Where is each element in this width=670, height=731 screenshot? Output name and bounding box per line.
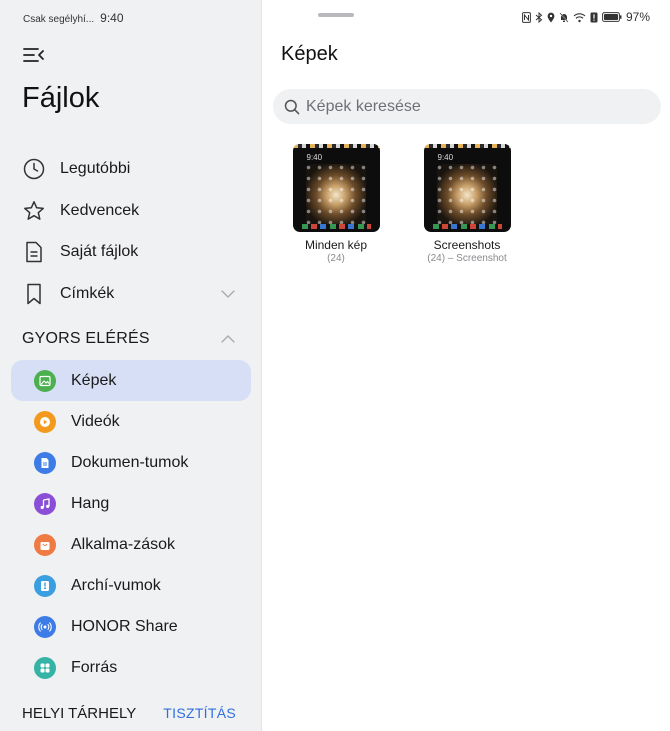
clean-button[interactable]: TISZTÍTÁS: [163, 705, 236, 721]
thumbnail-app-grid: [302, 162, 370, 224]
location-icon: [547, 12, 555, 22]
archive-icon: [34, 574, 56, 597]
nfc-icon: [522, 11, 531, 23]
thumbnail-dock: [432, 224, 502, 229]
play-icon: [34, 410, 56, 433]
nav-item-label: Saját fájlok: [60, 243, 139, 260]
status-bar-left: Csak segélyhí... 9:40: [23, 11, 124, 25]
clock-icon: [22, 157, 46, 181]
album-thumbnail[interactable]: 9:40: [423, 144, 511, 232]
quick-item-label: Képek: [71, 371, 117, 389]
thumbnail-status-strip: [423, 144, 511, 148]
doc-icon: [34, 451, 56, 474]
quick-item-label: Forrás: [71, 658, 118, 676]
search-bar[interactable]: [273, 89, 661, 124]
wifi-icon: [573, 12, 586, 22]
share-icon: [34, 615, 56, 638]
album-screenshots[interactable]: 9:40 Screenshots (24) – Screenshot: [412, 144, 522, 264]
quick-item-honor-share[interactable]: HONOR Share: [11, 606, 251, 647]
document-icon: [22, 240, 46, 264]
nav-item-label: Legutóbbi: [60, 160, 131, 177]
album-count: (24): [327, 253, 345, 264]
sidebar: Csak segélyhí... 9:40 Fájlok Legutóbbi K…: [0, 0, 262, 731]
quick-item-label: Hang: [71, 494, 110, 512]
page-title: Képek: [281, 43, 338, 65]
grid-icon: [34, 656, 56, 679]
chevron-up-icon[interactable]: [219, 330, 237, 348]
nav-item-label: Címkék: [60, 285, 115, 302]
nav-item-label: Kedvencek: [60, 202, 140, 219]
search-icon: [284, 99, 300, 114]
status-time: 9:40: [100, 11, 124, 25]
battery-percent: 97%: [625, 10, 650, 24]
thumbnail-dock: [301, 224, 371, 229]
bookmark-icon: [22, 282, 46, 306]
album-name: Screenshots: [433, 238, 501, 252]
album-thumbnail[interactable]: 9:40: [292, 144, 380, 232]
album-name: Minden kép: [304, 238, 368, 252]
thumbnail-time: 9:40: [437, 153, 454, 162]
quick-item-label: Archí-vumok: [71, 576, 161, 594]
quick-item-archives[interactable]: Archí-vumok: [11, 565, 251, 606]
album-all-images[interactable]: 9:40 Minden kép (24): [281, 144, 391, 264]
image-icon: [34, 369, 56, 392]
quick-item-label: Dokumen-tumok: [71, 453, 189, 471]
alert-icon: [590, 12, 598, 22]
quick-item-documents[interactable]: Dokumen-tumok: [11, 442, 251, 483]
local-storage-title: HELYI TÁRHELY: [22, 704, 137, 722]
nav-item-recent[interactable]: Legutóbbi: [0, 150, 262, 188]
local-storage-header: HELYI TÁRHELY TISZTÍTÁS: [22, 702, 236, 724]
album-count: (24) – Screenshot: [427, 253, 507, 264]
carrier-text: Csak segélyhí...: [23, 14, 95, 25]
mute-icon: [559, 12, 569, 22]
quick-access-title: GYORS ELÉRÉS: [22, 330, 150, 347]
nav-item-favorites[interactable]: Kedvencek: [0, 192, 262, 230]
drag-handle[interactable]: [318, 13, 354, 17]
thumbnail-app-grid: [433, 162, 501, 224]
quick-item-source[interactable]: Forrás: [11, 647, 251, 688]
quick-item-apps[interactable]: Alkalma-zások: [11, 524, 251, 565]
quick-item-label: HONOR Share: [71, 617, 178, 635]
quick-access-header[interactable]: GYORS ELÉRÉS: [22, 328, 240, 350]
quick-item-videos[interactable]: Videók: [11, 401, 251, 442]
star-icon: [22, 199, 46, 223]
quick-item-label: Videók: [71, 412, 120, 430]
quick-item-images[interactable]: Képek: [11, 360, 251, 401]
nav-item-tags[interactable]: Címkék: [0, 275, 262, 313]
app-title: Fájlok: [22, 82, 100, 114]
chevron-down-icon[interactable]: [219, 285, 237, 303]
thumbnail-status-strip: [292, 144, 380, 148]
bag-icon: [34, 533, 56, 556]
thumbnail-time: 9:40: [306, 153, 323, 162]
search-input[interactable]: [306, 91, 646, 122]
nav-item-my-files[interactable]: Saját fájlok: [0, 233, 262, 271]
menu-collapse-button[interactable]: [20, 44, 48, 66]
battery-icon: [602, 12, 622, 22]
menu-collapse-icon: [23, 48, 44, 62]
content-panel: 97% Képek 9:40 Minden kép (24) 9:40 Scre…: [263, 0, 670, 731]
quick-item-audio[interactable]: Hang: [11, 483, 251, 524]
status-bar-right: 97%: [522, 10, 650, 24]
quick-item-label: Alkalma-zások: [71, 535, 176, 553]
bluetooth-icon: [535, 11, 543, 23]
music-icon: [34, 492, 56, 515]
